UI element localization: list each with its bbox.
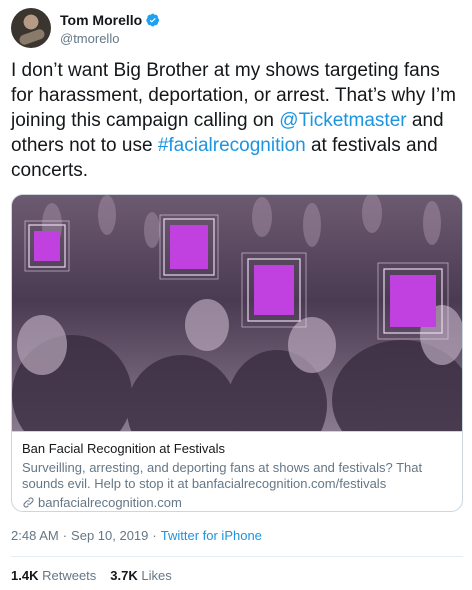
card-title: Ban Facial Recognition at Festivals [22,441,226,456]
card-info[interactable]: Ban Facial Recognition at Festivals Surv… [12,431,462,511]
tweet-date[interactable]: Sep 10, 2019 [71,528,148,543]
retweets-count: 1.4K [11,568,39,583]
user-handle[interactable]: @tmorello [60,31,119,46]
tweet-stats: 1.4K Retweets 3.7K Likes [11,568,172,583]
name-row: Tom Morello [60,12,160,28]
tweet-meta: 2:48 AM · Sep 10, 2019 · Twitter for iPh… [11,528,262,543]
hashtag-link[interactable]: #facialrecognition [158,135,306,156]
link-icon [23,497,34,508]
verified-badge-icon [146,13,160,27]
meta-separator: · [152,528,157,543]
divider [11,556,463,557]
mention-link[interactable]: @Ticketmaster [279,110,406,131]
likes-count: 3.7K [110,568,138,583]
guitar-shape [18,27,46,47]
tweet-source-link[interactable]: Twitter for iPhone [161,528,262,543]
card-domain-text: banfacialrecognition.com [38,495,182,510]
meta-separator: · [62,528,68,543]
display-name[interactable]: Tom Morello [60,12,142,28]
tweet-text: I don’t want Big Brother at my shows tar… [11,58,463,183]
tweet-time[interactable]: 2:48 AM [11,528,59,543]
crowd-illustration [12,195,462,431]
likes-label: Likes [141,568,172,583]
avatar[interactable] [11,8,51,48]
retweets-stat[interactable]: 1.4K Retweets [11,568,96,583]
link-card[interactable]: Ban Facial Recognition at Festivals Surv… [11,194,463,512]
concert-crowd-image[interactable] [12,195,462,431]
tweet-header: Tom Morello @tmorello [11,8,461,52]
card-description: Surveilling, arresting, and deporting fa… [22,460,423,491]
card-domain: banfacialrecognition.com [22,494,452,511]
likes-stat[interactable]: 3.7K Likes [110,568,171,583]
retweets-label: Retweets [42,568,97,583]
